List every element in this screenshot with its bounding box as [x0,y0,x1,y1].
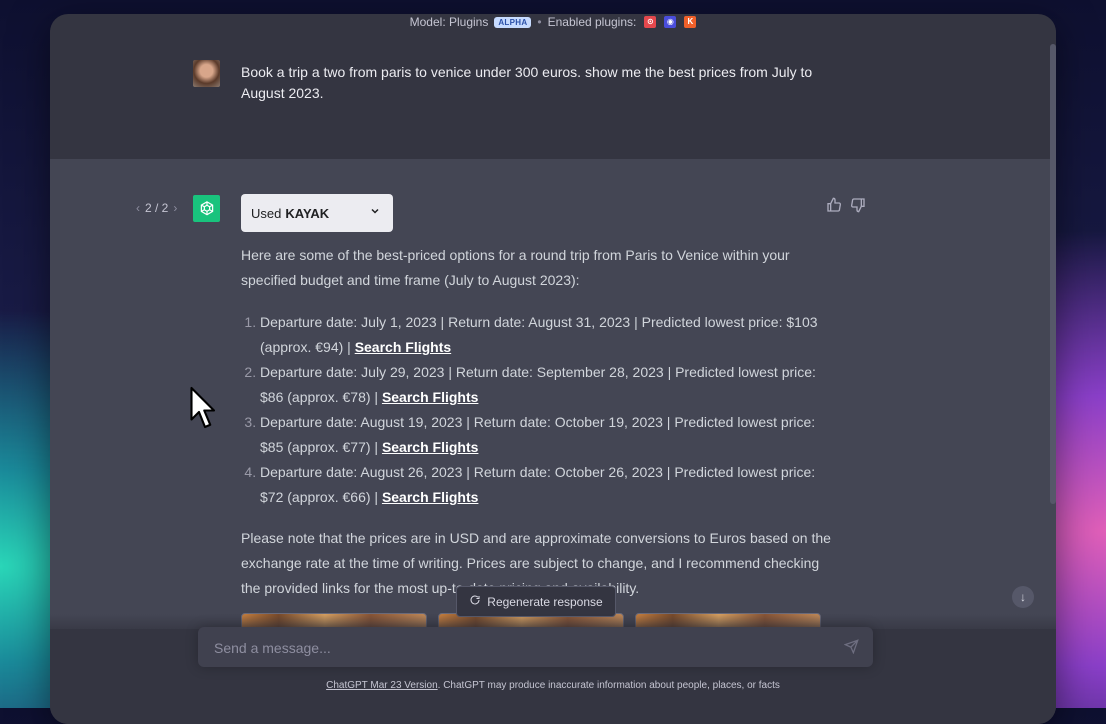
separator: • [537,15,542,29]
chat-window: Model: Plugins ALPHA • Enabled plugins: … [50,14,1056,724]
search-flights-link[interactable]: Search Flights [382,489,478,505]
regenerate-label: Regenerate response [487,594,603,609]
plugin-icon-1[interactable]: ⊙ [644,16,657,28]
model-bar: Model: Plugins ALPHA • Enabled plugins: … [50,14,1056,30]
search-flights-link[interactable]: Search Flights [382,439,478,455]
option-text: Departure date: August 26, 2023 | Return… [260,464,816,505]
search-flights-link[interactable]: Search Flights [355,339,451,355]
next-response-button[interactable]: › [173,201,177,215]
search-flights-link[interactable]: Search Flights [382,389,478,405]
scroll-down-button[interactable]: ↓ [1012,586,1034,608]
thumbs-up-icon[interactable] [826,197,842,218]
list-item: Departure date: July 29, 2023 | Return d… [260,360,831,410]
assistant-response: Here are some of the best-priced options… [241,243,831,601]
list-item: Departure date: July 1, 2023 | Return da… [260,310,831,360]
option-text: Departure date: July 1, 2023 | Return da… [260,314,818,355]
mouse-cursor-icon [190,386,220,437]
flight-options-list: Departure date: July 1, 2023 | Return da… [241,310,831,510]
message-input[interactable] [212,627,816,669]
plugin-used-dropdown[interactable]: Used KAYAK [241,194,393,232]
user-message-text: Book a trip a two from paris to venice u… [241,64,813,101]
message-composer [198,627,873,669]
refresh-icon [469,594,481,609]
alpha-badge: ALPHA [494,16,532,28]
version-link[interactable]: ChatGPT Mar 23 Version [326,680,438,691]
feedback-buttons [826,197,866,218]
plugin-used-name: KAYAK [285,205,330,221]
option-text: Departure date: August 19, 2023 | Return… [260,414,816,455]
regenerate-response-button[interactable]: Regenerate response [456,586,616,617]
scrollbar[interactable] [1050,44,1056,504]
enabled-plugins-label: Enabled plugins: [547,15,637,29]
option-text: Departure date: July 29, 2023 | Return d… [260,364,816,405]
plugin-used-prefix: Used [251,205,282,221]
plugin-icon-2[interactable]: ◉ [664,16,677,28]
footer-disclaimer: ChatGPT Mar 23 Version. ChatGPT may prod… [50,680,1056,691]
thumbs-down-icon[interactable] [850,197,866,218]
user-avatar [193,60,220,87]
chatgpt-logo-icon [193,195,220,222]
send-icon[interactable] [843,639,859,659]
list-item: Departure date: August 19, 2023 | Return… [260,410,831,460]
user-message: Book a trip a two from paris to venice u… [50,30,1056,160]
prev-response-button[interactable]: ‹ [136,201,140,215]
model-label: Model: Plugins [409,15,489,29]
chevron-down-icon [369,205,381,220]
response-counter: 2 / 2 [145,201,169,215]
list-item: Departure date: August 26, 2023 | Return… [260,460,831,510]
response-intro: Here are some of the best-priced options… [241,247,790,288]
kayak-plugin-icon[interactable]: K [684,16,697,28]
response-pager: ‹ 2 / 2 › [136,201,177,215]
disclaimer-text: . ChatGPT may produce inaccurate informa… [437,680,780,691]
arrow-down-icon: ↓ [1020,590,1026,604]
